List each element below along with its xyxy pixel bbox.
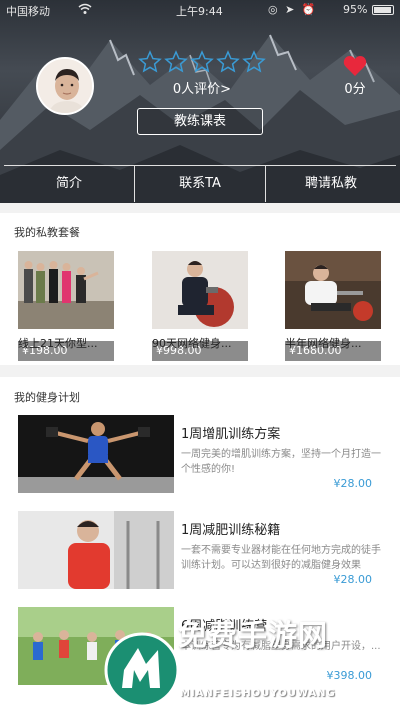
package-card[interactable]: ¥1680.00 半年网络健身... <box>285 251 385 361</box>
package-card[interactable]: ¥998.00 90天网络健身... <box>152 251 252 361</box>
plan-image <box>18 511 174 589</box>
star-empty-icon <box>164 50 188 73</box>
tab-contact[interactable]: 联系TA <box>134 166 265 202</box>
packages-title: 我的私教套餐 <box>14 226 80 239</box>
profile-tabs: 简介 联系TA 聘请私教 <box>4 165 396 202</box>
tab-hire-coach[interactable]: 聘请私教 <box>265 166 396 202</box>
star-empty-icon <box>216 50 240 73</box>
packages-section: 我的私教套餐 ¥198.00 线上21天你型... ¥998.00 90天网络健… <box>0 213 400 365</box>
watermark-text: 免费手游网 <box>178 618 329 652</box>
package-name: 半年网络健身... <box>285 337 362 350</box>
plan-price: ¥28.00 <box>333 477 373 490</box>
package-thumbnail <box>152 251 248 329</box>
plan-title: 1周增肌训练方案 <box>181 427 281 442</box>
clock: 上午9:44 <box>176 5 223 18</box>
rating-count-link[interactable]: 0人评价> <box>138 78 266 97</box>
plans-section: 我的健身计划 1周增肌训练方案 一周完美的增肌训练方案，坚持一个月打造一个性感的… <box>0 377 400 711</box>
score-label: 0分 <box>344 82 366 97</box>
plan-price: ¥398.00 <box>326 669 373 682</box>
package-thumbnail <box>285 251 381 329</box>
battery-percent: 95% <box>343 3 368 16</box>
coach-avatar[interactable] <box>36 57 94 115</box>
wifi-icon <box>78 3 92 14</box>
star-empty-icon <box>190 50 214 73</box>
system-icons: ◎ ➤ ⏰ <box>268 3 318 16</box>
plan-price: ¥28.00 <box>333 573 373 586</box>
package-name: 90天网络健身... <box>152 337 232 350</box>
coach-schedule-button[interactable]: 教练课表 <box>137 108 263 135</box>
coach-profile-page: 中国移动 上午9:44 ◎ ➤ ⏰ 95% 0人评价> 0分 教练课表 简介 联… <box>0 0 400 711</box>
plan-description: 一套不需要专业器材能在任何地方完成的徒手训练计划。可以达到很好的减脂健身效果 <box>181 545 381 571</box>
plans-title: 我的健身计划 <box>14 391 80 404</box>
profile-header: 中国移动 上午9:44 ◎ ➤ ⏰ 95% 0人评价> 0分 教练课表 简介 联… <box>0 0 400 203</box>
star-empty-icon <box>138 50 162 73</box>
star-empty-icon <box>242 50 266 73</box>
plan-image <box>18 607 174 685</box>
plan-item[interactable]: 1周增肌训练方案 一周完美的增肌训练方案，坚持一个月打造一个性感的你! ¥28.… <box>18 415 390 497</box>
package-name: 线上21天你型... <box>18 337 98 350</box>
location-icon: ➤ <box>285 3 297 16</box>
plan-description: 一周完美的增肌训练方案，坚持一个月打造一个性感的你! <box>181 449 381 475</box>
lock-rotation-icon: ◎ <box>268 3 280 16</box>
battery-icon <box>372 5 394 15</box>
plan-item[interactable]: 1周减肥训练秘籍 一套不需要专业器材能在任何地方完成的徒手训练计划。可以达到很好… <box>18 511 390 593</box>
alarm-icon: ⏰ <box>301 3 318 16</box>
rating-stars <box>138 50 266 76</box>
tab-intro[interactable]: 简介 <box>4 166 134 202</box>
heart-icon[interactable] <box>343 55 367 77</box>
status-bar: 中国移动 上午9:44 ◎ ➤ ⏰ 95% <box>0 0 400 20</box>
watermark-subtext: MIANFEISHOUYOUWANG <box>180 688 336 699</box>
package-card[interactable]: ¥198.00 线上21天你型... <box>18 251 118 361</box>
plan-title: 1周减肥训练秘籍 <box>181 523 281 538</box>
package-thumbnail <box>18 251 114 329</box>
plan-image <box>18 415 174 493</box>
carrier-label: 中国移动 <box>6 5 50 18</box>
